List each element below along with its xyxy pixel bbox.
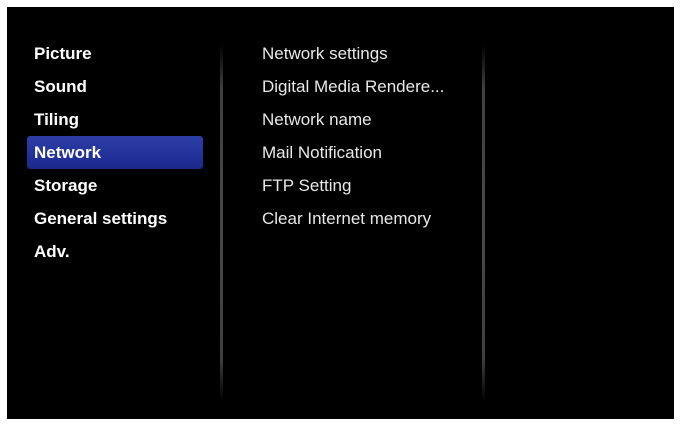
column-divider: [482, 45, 485, 401]
submenu-item-clear-internet-memory[interactable]: Clear Internet memory: [262, 202, 472, 235]
menu-item-network[interactable]: Network: [27, 136, 203, 169]
column-divider: [220, 45, 223, 401]
menu-item-general-settings[interactable]: General settings: [27, 202, 203, 235]
submenu-item-network-settings[interactable]: Network settings: [262, 37, 472, 70]
detail-panel: [492, 37, 662, 397]
submenu-item-digital-media-renderer[interactable]: Digital Media Rendere...: [262, 70, 472, 103]
menu-item-storage[interactable]: Storage: [27, 169, 203, 202]
menu-item-sound[interactable]: Sound: [27, 70, 203, 103]
network-submenu: Network settings Digital Media Rendere..…: [262, 37, 472, 235]
main-menu: Picture Sound Tiling Network Storage Gen…: [27, 37, 203, 268]
submenu-item-network-name[interactable]: Network name: [262, 103, 472, 136]
menu-item-picture[interactable]: Picture: [27, 37, 203, 70]
osd-menu-screen: Picture Sound Tiling Network Storage Gen…: [7, 7, 674, 419]
menu-item-adv[interactable]: Adv.: [27, 235, 203, 268]
submenu-item-mail-notification[interactable]: Mail Notification: [262, 136, 472, 169]
submenu-item-ftp-setting[interactable]: FTP Setting: [262, 169, 472, 202]
menu-item-tiling[interactable]: Tiling: [27, 103, 203, 136]
